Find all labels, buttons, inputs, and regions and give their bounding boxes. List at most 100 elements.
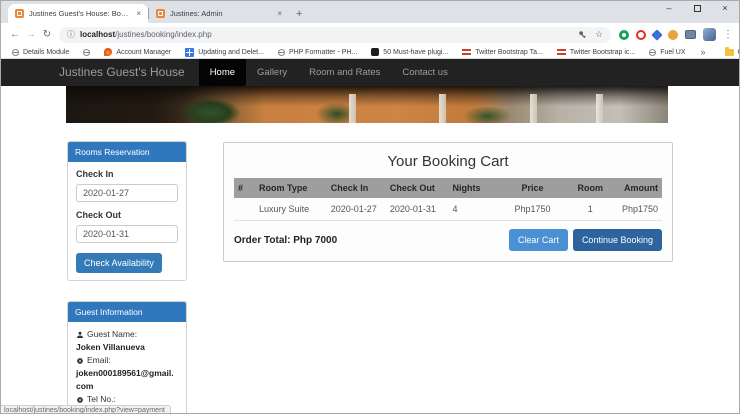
bookmark-item[interactable]: Twitter Bootstrap ic... [552, 48, 640, 56]
extension-card-icon[interactable] [685, 30, 696, 39]
bookmark-label: Twitter Bootstrap ic... [569, 48, 636, 56]
bookmark-label: Details Module [23, 48, 70, 56]
maximize-icon[interactable] [683, 1, 711, 15]
cart-row: Luxury Suite 2020-01-27 2020-01-31 4 Php… [234, 198, 662, 221]
bookmark-item[interactable]: Details Module [7, 48, 74, 56]
hero-pillar [529, 94, 537, 123]
tab-close-icon[interactable]: × [277, 9, 282, 18]
site-navbar: Justines Guest's House Home Gallery Room… [1, 59, 739, 86]
nav-item-home[interactable]: Home [198, 59, 247, 86]
col-price: Price [502, 178, 563, 198]
url-host: localhost [80, 30, 116, 39]
reload-icon[interactable]: ↻ [39, 29, 55, 40]
tab-close-icon[interactable]: × [136, 9, 141, 18]
checkin-input[interactable] [76, 184, 178, 202]
nav-item-rooms[interactable]: Room and Rates [298, 59, 391, 86]
hero-pillar [348, 94, 356, 123]
cell-check-out: 2020-01-31 [385, 198, 449, 221]
guest-email-label: Email: [87, 355, 111, 365]
extensions-area: ⋮ [619, 28, 733, 41]
col-room: Room [562, 178, 618, 198]
address-bar[interactable]: ⓘ localhost/justines/booking/index.php ☆ [59, 26, 611, 43]
col-amount: Amount [617, 178, 662, 198]
cell-room: 1 [562, 198, 618, 221]
guest-email-value: joken000189561@gmail.com [76, 368, 174, 391]
browser-window: Justines Guest's House: Booking × Justin… [0, 0, 740, 414]
key-icon[interactable] [578, 30, 588, 40]
back-icon[interactable]: ← [7, 29, 23, 40]
bookmark-star-icon[interactable]: ☆ [595, 30, 603, 39]
extension-yellow-icon[interactable] [668, 29, 678, 40]
bookmark-label: Fuel UX [660, 48, 686, 56]
bookmarks-overflow-icon[interactable]: » [701, 47, 706, 57]
nav-item-gallery[interactable]: Gallery [246, 59, 298, 86]
bookmark-item[interactable]: Account Manager [99, 48, 176, 56]
bookmark-label: PHP Formatter - PH... [288, 48, 358, 56]
extension-diamond-icon[interactable] [651, 28, 663, 41]
bookmark-item[interactable]: Fuel UX [644, 48, 690, 56]
close-icon[interactable]: × [711, 1, 739, 15]
cell-amount: Php1750 [617, 198, 662, 221]
bookmark-item[interactable]: Twitter Bootstrap Ta... [457, 48, 548, 56]
col-check-in: Check In [326, 178, 386, 198]
checkout-label: Check Out [76, 210, 122, 220]
booking-cart-panel: Your Booking Cart # Room Type Check In C… [223, 142, 673, 262]
check-availability-button[interactable]: Check Availability [76, 253, 162, 273]
tab-booking[interactable]: Justines Guest's House: Booking × [8, 4, 148, 23]
url-path: /justines/booking/index.php [115, 30, 212, 39]
bookmark-item[interactable]: 50 Must-have plugi... [366, 48, 453, 56]
tab-admin[interactable]: Justines: Admin × [149, 4, 289, 23]
rooms-reservation-panel: Rooms Reservation Check In Check Out Che… [67, 141, 187, 281]
continue-booking-button[interactable]: Continue Booking [572, 229, 662, 251]
extension-green-icon[interactable] [619, 29, 629, 40]
cart-title: Your Booking Cart [387, 153, 509, 170]
globe-icon [277, 48, 285, 56]
cell-check-in: 2020-01-27 [326, 198, 386, 221]
bookmark-item[interactable] [78, 48, 95, 56]
checkout-input[interactable] [76, 225, 178, 243]
other-bookmarks-button[interactable]: Other bookmarks [720, 46, 739, 56]
hero-pillar [595, 94, 603, 123]
guest-name-value: Joken Villanueva [76, 342, 145, 352]
panel-title: Rooms Reservation [68, 142, 186, 162]
folder-icon [724, 46, 734, 56]
extension-opera-icon[interactable] [636, 29, 646, 40]
red-stripes-icon [556, 48, 566, 56]
tab-title: Justines: Admin [170, 9, 223, 18]
hero-image [66, 86, 668, 123]
forward-icon[interactable]: → [23, 29, 39, 40]
window-controls: – × [655, 1, 739, 15]
status-bar-url: localhost/justines/booking/index.php?vie… [1, 405, 171, 413]
grid-icon [185, 47, 195, 57]
new-tab-icon[interactable]: + [296, 9, 302, 20]
globe-icon [649, 48, 657, 56]
cart-table: # Room Type Check In Check Out Nights Pr… [234, 178, 662, 221]
minimize-icon[interactable]: – [655, 1, 683, 15]
bookmark-item[interactable]: Updating and Delet... [180, 47, 269, 57]
bookmark-label: 50 Must-have plugi... [383, 48, 449, 56]
guest-name-label: Guest Name: [87, 329, 138, 339]
bookmark-label: Twitter Bootstrap Ta... [475, 48, 543, 56]
clear-cart-button[interactable]: Clear Cart [508, 229, 568, 251]
bookmark-item[interactable]: PHP Formatter - PH... [273, 48, 362, 56]
cart-header-row: # Room Type Check In Check Out Nights Pr… [234, 178, 662, 198]
person-icon [77, 331, 83, 338]
hero-pillar [439, 94, 447, 123]
tab-title: Justines Guest's House: Booking [29, 9, 132, 18]
profile-avatar[interactable] [703, 28, 716, 41]
gear-icon [76, 357, 84, 364]
bookmark-label: Account Manager [116, 48, 172, 56]
cell-price: Php1750 [502, 198, 563, 221]
panel-title: Guest Information [68, 302, 186, 322]
page-info-icon[interactable]: ⓘ [67, 29, 75, 40]
globe-icon [12, 48, 19, 56]
gear-icon [76, 396, 84, 403]
col-room-type: Room Type [255, 178, 327, 198]
bookmark-label: Updating and Delet... [198, 48, 264, 56]
cell-index [234, 198, 256, 221]
url-text: localhost/justines/booking/index.php [80, 30, 212, 39]
col-check-out: Check Out [385, 178, 449, 198]
guest-information-panel: Guest Information Guest Name: Joken Vill… [67, 301, 187, 413]
nav-item-contact[interactable]: Contact us [391, 59, 458, 86]
chrome-menu-icon[interactable]: ⋮ [723, 29, 733, 40]
